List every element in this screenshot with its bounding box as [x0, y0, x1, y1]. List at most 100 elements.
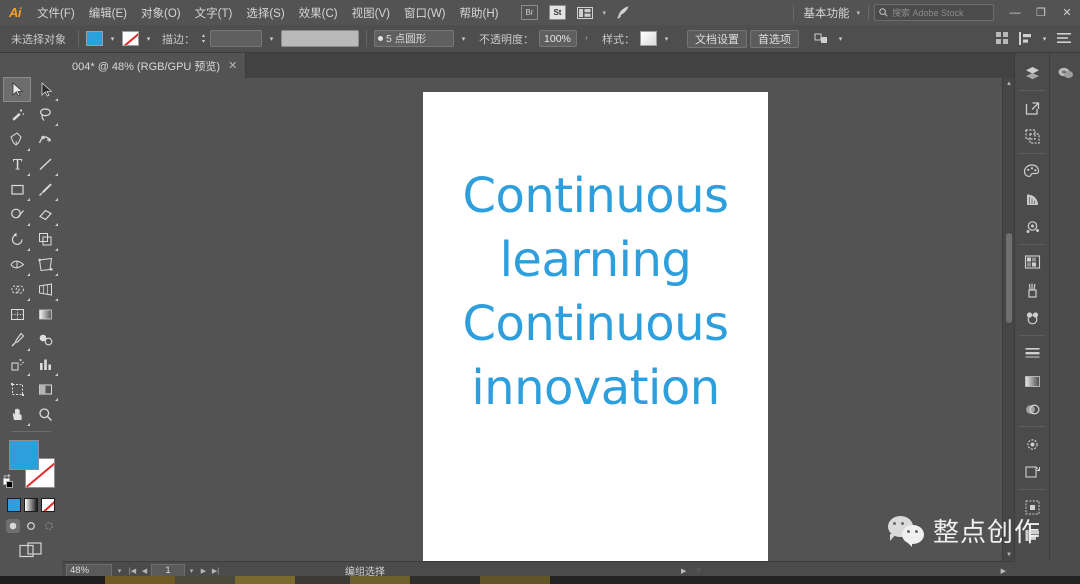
perspective-grid-tool[interactable] [31, 277, 59, 302]
fill-color-swatch[interactable] [86, 31, 103, 46]
rotate-tool[interactable] [3, 227, 31, 252]
document-tab-close-icon[interactable]: ✕ [228, 59, 237, 72]
menu-object[interactable]: 对象(O) [134, 0, 188, 25]
appearance-panel-icon[interactable] [1017, 430, 1047, 458]
artboard-tool[interactable] [3, 377, 31, 402]
color-mode-button[interactable] [7, 498, 21, 512]
pathfinder-panel-icon[interactable] [1017, 521, 1047, 549]
menu-select[interactable]: 选择(S) [239, 0, 291, 25]
magic-wand-tool[interactable] [3, 102, 31, 127]
home-rocket-icon[interactable] [612, 4, 634, 22]
stroke-weight-stepper[interactable]: ▴ ▾ [200, 33, 207, 45]
rectangle-tool[interactable] [3, 177, 31, 202]
canvas-vscroll-thumb[interactable] [1006, 233, 1012, 323]
slice-tool[interactable] [31, 377, 59, 402]
canvas-area[interactable]: Continuous learning Continuous innovatio… [62, 78, 1014, 561]
panel-menu-icon[interactable] [1054, 30, 1074, 48]
opacity-input[interactable]: 100% [539, 30, 578, 47]
default-fill-stroke-icon[interactable] [3, 478, 14, 489]
stroke-profile-select[interactable]: 5 点圆形 [374, 30, 455, 47]
symbols-panel-icon[interactable] [1017, 213, 1047, 241]
lasso-tool[interactable] [31, 102, 59, 127]
blend-tool[interactable] [31, 327, 59, 352]
brushes-panel-icon[interactable] [1017, 276, 1047, 304]
align-panel-icon[interactable] [1015, 30, 1035, 48]
transform-panel-icon[interactable] [1017, 458, 1047, 486]
shape-builder-tool[interactable] [3, 277, 31, 302]
stroke-chevron-down-icon[interactable]: ▾ [142, 31, 155, 47]
zoom-tool[interactable] [31, 402, 59, 427]
select-similar-options-icon[interactable] [811, 30, 831, 48]
stroke-weight-input[interactable] [210, 30, 263, 47]
gradient-mode-button[interactable] [24, 498, 38, 512]
window-restore-button[interactable]: ❐ [1028, 0, 1054, 25]
select-similar-chevron-down-icon[interactable]: ▾ [834, 31, 847, 47]
shaper-tool[interactable] [3, 202, 31, 227]
draw-inside-mode-icon[interactable] [42, 519, 56, 533]
document-tab[interactable]: 004* @ 48% (RGB/GPU 预览) ✕ [62, 53, 247, 78]
menu-effect[interactable]: 效果(C) [292, 0, 345, 25]
hscroll-right-icon[interactable]: ▶ [997, 567, 1010, 575]
pen-tool[interactable] [3, 127, 31, 152]
preferences-button[interactable]: 首选项 [750, 29, 800, 48]
workspace-chevron-down-icon[interactable]: ▾ [853, 9, 863, 17]
symbol-sprayer-tool[interactable] [3, 352, 31, 377]
graphic-style-swatch[interactable] [640, 31, 658, 46]
color-guide-panel-icon[interactable] [1017, 185, 1047, 213]
draw-behind-mode-icon[interactable] [24, 519, 38, 533]
workspace-selector[interactable]: 基本功能 [799, 5, 853, 21]
transparency-panel-icon[interactable] [1017, 395, 1047, 423]
artboard[interactable]: Continuous learning Continuous innovatio… [423, 92, 768, 561]
stroke-profile-chevron-down-icon[interactable]: ▾ [457, 31, 470, 47]
direct-selection-tool[interactable] [31, 77, 59, 102]
menu-edit[interactable]: 编辑(E) [82, 0, 134, 25]
stroke-weight-chevron-down-icon[interactable]: ▾ [265, 31, 278, 47]
status-resize-icon[interactable]: ◌ [692, 567, 704, 574]
style-chevron-down-icon[interactable]: ▾ [660, 31, 673, 47]
stock-search-input[interactable]: 搜索 Adobe Stock [874, 4, 994, 21]
color-panel-icon[interactable] [1017, 157, 1047, 185]
stock-icon[interactable]: St [546, 4, 568, 22]
selection-tool[interactable] [3, 77, 31, 102]
type-tool[interactable]: T [3, 152, 31, 177]
window-close-button[interactable]: ✕ [1054, 0, 1080, 25]
eraser-tool[interactable] [31, 202, 59, 227]
fill-swatch-large[interactable] [9, 440, 39, 470]
stroke-panel-icon[interactable] [1017, 339, 1047, 367]
menu-help[interactable]: 帮助(H) [453, 0, 506, 25]
bridge-icon[interactable]: Br [518, 4, 540, 22]
canvas-vertical-scrollbar[interactable]: ▲ ▼ [1002, 78, 1014, 561]
align-grid-icon[interactable] [992, 30, 1012, 48]
graphic-styles-panel-icon[interactable] [1017, 304, 1047, 332]
status-expand-icon[interactable]: ▶ [677, 567, 690, 575]
change-screen-mode-icon[interactable] [0, 542, 62, 560]
free-transform-tool[interactable] [31, 252, 59, 277]
properties-panel-icon[interactable] [1051, 59, 1080, 87]
menu-type[interactable]: 文字(T) [188, 0, 240, 25]
gradient-tool[interactable] [31, 302, 59, 327]
layers-panel-icon[interactable] [1017, 59, 1047, 87]
arrange-documents-icon[interactable] [574, 4, 596, 22]
draw-normal-mode-icon[interactable] [6, 519, 20, 533]
width-tool[interactable] [3, 252, 31, 277]
mesh-tool[interactable] [3, 302, 31, 327]
artboards-panel-icon[interactable] [1017, 122, 1047, 150]
opacity-chevron-down-icon[interactable]: › [580, 31, 593, 47]
artwork-text[interactable]: Continuous learning Continuous innovatio… [423, 164, 768, 420]
column-graph-tool[interactable] [31, 352, 59, 377]
menu-window[interactable]: 窗口(W) [397, 0, 453, 25]
eyedropper-tool[interactable] [3, 327, 31, 352]
stroke-color-swatch[interactable] [122, 31, 139, 46]
align-chevron-down-icon[interactable]: ▾ [1038, 31, 1051, 47]
scale-tool[interactable] [31, 227, 59, 252]
arrange-chevron-down-icon[interactable]: ▾ [599, 9, 609, 17]
paintbrush-tool[interactable] [31, 177, 59, 202]
none-mode-button[interactable] [41, 498, 55, 512]
gradient-panel-icon[interactable] [1017, 367, 1047, 395]
menu-view[interactable]: 视图(V) [345, 0, 397, 25]
libraries-panel-icon[interactable] [1017, 94, 1047, 122]
document-setup-button[interactable]: 文档设置 [687, 29, 748, 48]
hand-tool[interactable] [3, 402, 31, 427]
menu-file[interactable]: 文件(F) [30, 0, 82, 25]
align-panel-icon[interactable] [1017, 493, 1047, 521]
